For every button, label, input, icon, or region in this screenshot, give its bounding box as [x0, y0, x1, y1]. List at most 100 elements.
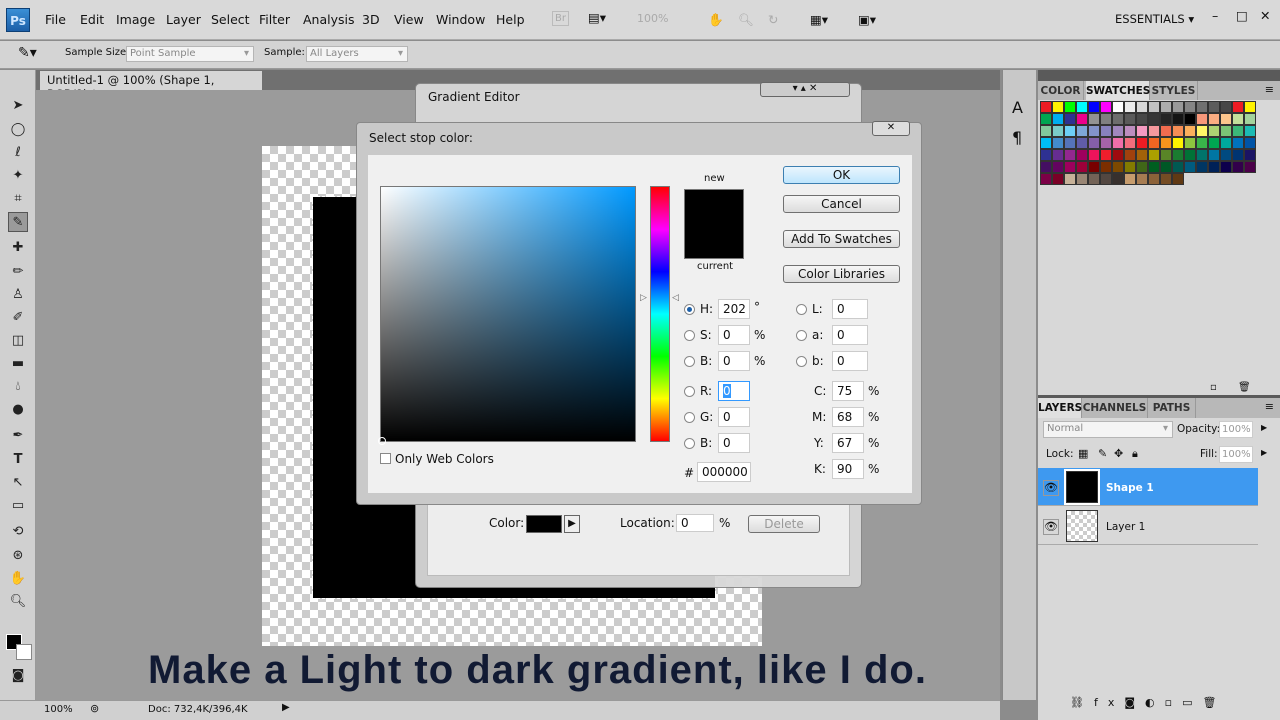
- delete-stop-button[interactable]: Delete: [748, 515, 820, 533]
- swatch[interactable]: [1112, 173, 1124, 185]
- swatch[interactable]: [1064, 161, 1076, 173]
- visibility-eye-icon[interactable]: 👁︎: [1043, 519, 1059, 535]
- workspace-switcher[interactable]: ESSENTIALS ▾: [1115, 12, 1194, 26]
- swatch[interactable]: [1100, 137, 1112, 149]
- path-selection-icon[interactable]: ↖: [8, 473, 28, 493]
- swatch[interactable]: [1232, 161, 1244, 173]
- swatch[interactable]: [1100, 173, 1112, 185]
- tab-channels[interactable]: CHANNELS: [1082, 398, 1148, 418]
- eraser-tool-icon[interactable]: ◫: [8, 331, 28, 351]
- tab-layers[interactable]: LAYERS: [1038, 398, 1082, 418]
- stop-color-menu-arrow[interactable]: ▶: [564, 515, 580, 533]
- status-zoom[interactable]: 100%: [44, 704, 73, 715]
- red-radio[interactable]: [684, 386, 695, 397]
- swatch[interactable]: [1160, 173, 1172, 185]
- swatch[interactable]: [1208, 161, 1220, 173]
- crop-tool-icon[interactable]: ⌗: [8, 189, 28, 209]
- swatch[interactable]: [1160, 149, 1172, 161]
- green-radio[interactable]: [684, 412, 695, 423]
- color-picker-close-button[interactable]: ✕: [872, 121, 910, 136]
- swatch[interactable]: [1244, 161, 1256, 173]
- swatch[interactable]: [1052, 161, 1064, 173]
- lab-b-radio[interactable]: [796, 356, 807, 367]
- menu-3d[interactable]: 3D: [362, 12, 380, 27]
- document-tab[interactable]: Untitled-1 @ 100% (Shape 1, RGB/8) * ×: [40, 71, 262, 101]
- lab-l-radio[interactable]: [796, 304, 807, 315]
- zoom-tool-icon-left[interactable]: 🔍︎: [8, 592, 28, 612]
- swatch[interactable]: [1220, 113, 1232, 125]
- swatch[interactable]: [1076, 113, 1088, 125]
- swatch[interactable]: [1136, 149, 1148, 161]
- brightness-radio[interactable]: [684, 356, 695, 367]
- swatch[interactable]: [1064, 113, 1076, 125]
- swatch[interactable]: [1220, 149, 1232, 161]
- delete-swatch-icon[interactable]: 🗑︎: [1238, 382, 1251, 393]
- lock-all-icon[interactable]: 🔒︎: [1132, 447, 1138, 461]
- rotate-view-icon[interactable]: ↻: [768, 12, 778, 27]
- swatch[interactable]: [1172, 113, 1184, 125]
- eyedropper-tool-icon[interactable]: ✎: [8, 212, 28, 232]
- swatch[interactable]: [1160, 101, 1172, 113]
- swatch[interactable]: [1100, 113, 1112, 125]
- swatch[interactable]: [1064, 149, 1076, 161]
- swatch[interactable]: [1064, 125, 1076, 137]
- visibility-eye-icon[interactable]: 👁︎: [1043, 480, 1059, 496]
- 3d-orbit-icon[interactable]: ⊛: [8, 546, 28, 566]
- swatch[interactable]: [1052, 149, 1064, 161]
- menu-image[interactable]: Image: [116, 12, 155, 27]
- swatch[interactable]: [1232, 149, 1244, 161]
- layer-footer-icons[interactable]: ⛓fx◙◐▫▭🗑︎: [1070, 696, 1226, 709]
- swatch[interactable]: [1160, 125, 1172, 137]
- cyan-input[interactable]: 75: [832, 381, 864, 401]
- hue-input[interactable]: 202: [718, 299, 750, 319]
- swatch[interactable]: [1148, 113, 1160, 125]
- ok-button[interactable]: OK: [783, 166, 900, 184]
- swatch[interactable]: [1076, 161, 1088, 173]
- red-input[interactable]: 0: [718, 381, 750, 401]
- lasso-tool-icon[interactable]: ℓ: [8, 143, 28, 163]
- opacity-input[interactable]: 100%: [1219, 421, 1253, 438]
- swatch[interactable]: [1136, 101, 1148, 113]
- swatch[interactable]: [1172, 173, 1184, 185]
- marquee-tool-icon[interactable]: ◯: [8, 120, 28, 140]
- menu-window[interactable]: Window: [436, 12, 485, 27]
- color-field-cursor[interactable]: [378, 437, 386, 445]
- shape-tool-icon[interactable]: ▭: [8, 496, 28, 516]
- swatch[interactable]: [1184, 137, 1196, 149]
- swatch[interactable]: [1220, 101, 1232, 113]
- blue-input[interactable]: 0: [718, 433, 750, 453]
- swatch[interactable]: [1196, 101, 1208, 113]
- swatch[interactable]: [1220, 125, 1232, 137]
- swatch[interactable]: [1064, 101, 1076, 113]
- swatch[interactable]: [1136, 125, 1148, 137]
- swatch[interactable]: [1052, 137, 1064, 149]
- swatch[interactable]: [1208, 125, 1220, 137]
- history-brush-icon[interactable]: ✐: [8, 308, 28, 328]
- swatch[interactable]: [1112, 101, 1124, 113]
- swatch[interactable]: [1184, 149, 1196, 161]
- swatch[interactable]: [1172, 125, 1184, 137]
- menu-view[interactable]: View: [394, 12, 424, 27]
- brush-tool-icon[interactable]: ✏: [8, 262, 28, 282]
- 3d-rotate-icon[interactable]: ⟲: [8, 522, 28, 542]
- type-tool-icon[interactable]: T: [8, 450, 28, 470]
- swatch[interactable]: [1244, 101, 1256, 113]
- color-libraries-button[interactable]: Color Libraries: [783, 265, 900, 283]
- saturation-radio[interactable]: [684, 330, 695, 341]
- swatch[interactable]: [1232, 113, 1244, 125]
- layer-name[interactable]: Shape 1: [1106, 482, 1154, 494]
- pen-tool-icon[interactable]: ✒: [8, 426, 28, 446]
- swatch[interactable]: [1220, 137, 1232, 149]
- swatch[interactable]: [1172, 161, 1184, 173]
- hex-input[interactable]: 000000: [697, 462, 751, 482]
- swatch[interactable]: [1196, 149, 1208, 161]
- move-tool-icon[interactable]: ➤: [8, 96, 28, 116]
- brightness-input[interactable]: 0: [718, 351, 750, 371]
- swatch[interactable]: [1088, 125, 1100, 137]
- menu-filter[interactable]: Filter: [259, 12, 290, 27]
- swatch[interactable]: [1112, 137, 1124, 149]
- swatch[interactable]: [1100, 125, 1112, 137]
- swatch[interactable]: [1232, 101, 1244, 113]
- swatch[interactable]: [1040, 161, 1052, 173]
- paragraph-panel-icon[interactable]: ¶: [1012, 128, 1022, 147]
